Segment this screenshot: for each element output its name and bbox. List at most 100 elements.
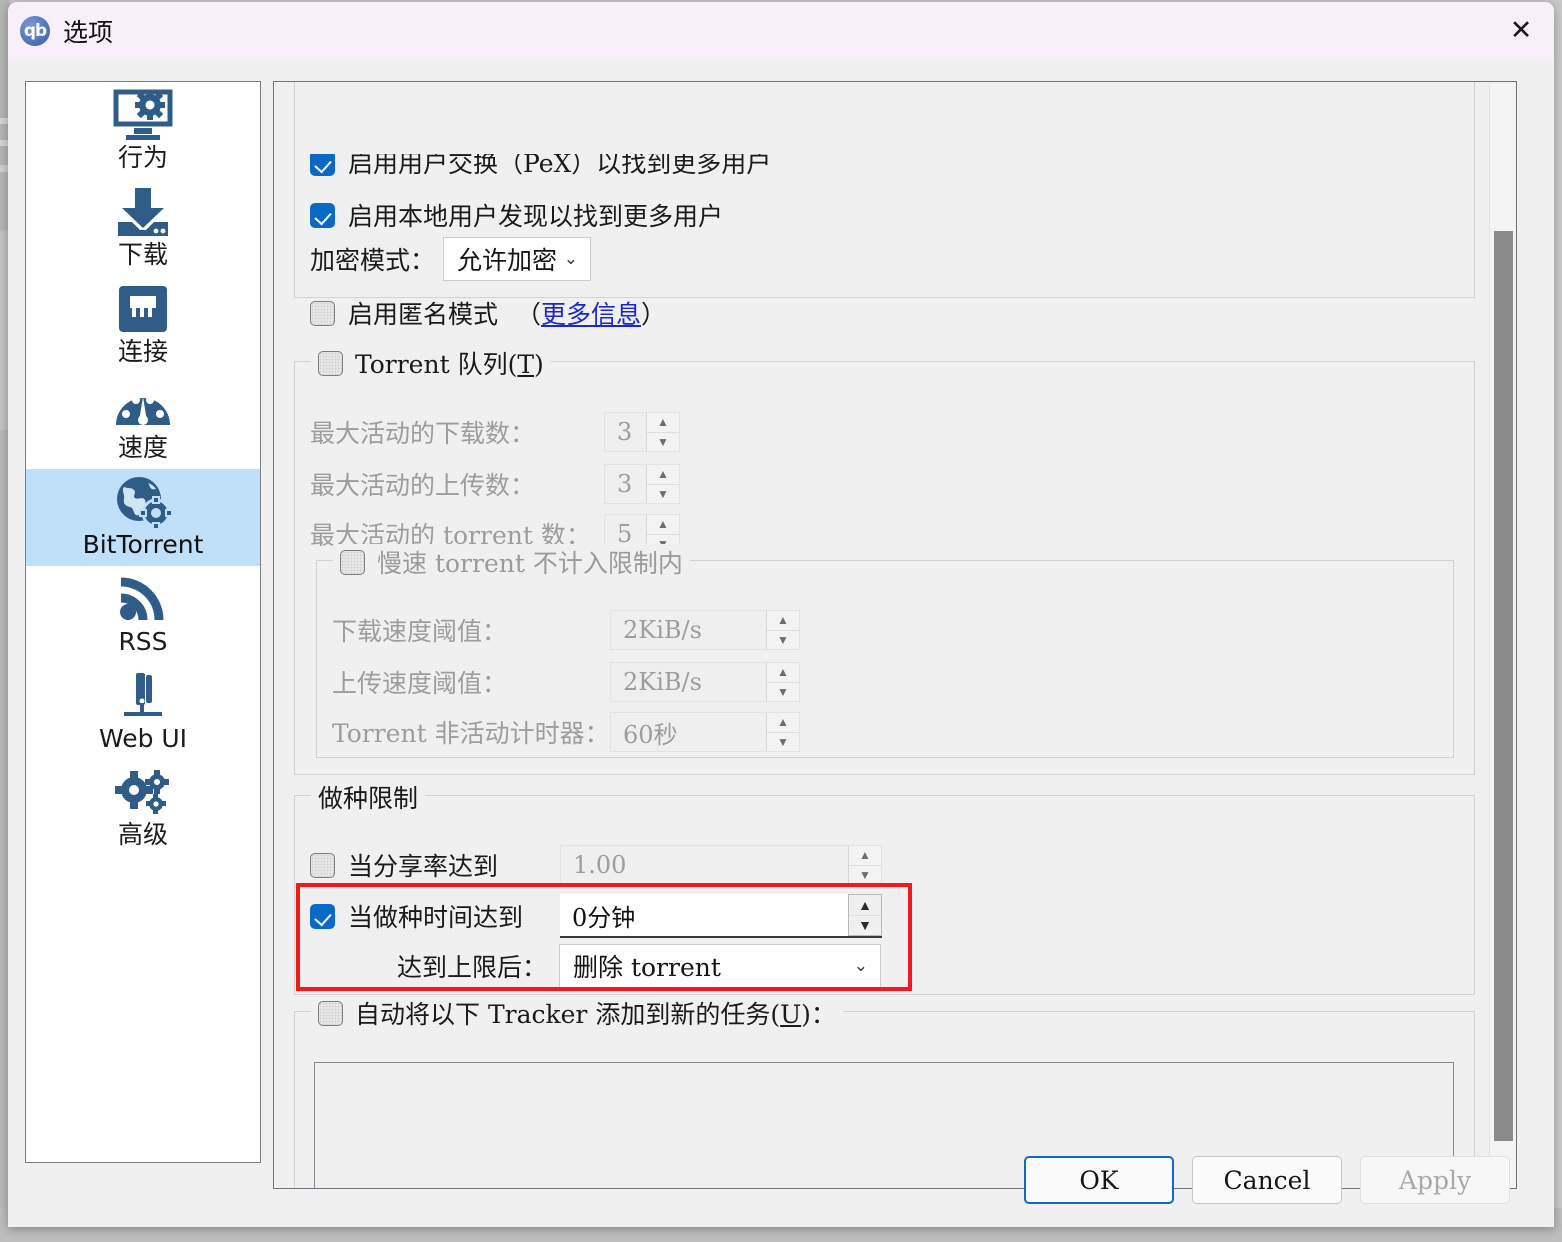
spinner-up-icon[interactable]: ▲ xyxy=(849,895,881,916)
auto-trackers-title[interactable]: 自动将以下 Tracker 添加到新的任务(U)： xyxy=(311,995,843,1031)
seeding-time-row: 当做种时间达到 0分钟 ▲ ▼ xyxy=(310,894,882,938)
anonymous-row[interactable]: 启用匿名模式 （ 更多信息 ） xyxy=(310,295,666,331)
max-active-uploads-row: 最大活动的上传数： 3 ▲ ▼ xyxy=(310,464,680,504)
share-ratio-value: 1.00 xyxy=(573,851,627,879)
more-info-link[interactable]: 更多信息 xyxy=(541,295,641,331)
spinner-buttons[interactable]: ▲▼ xyxy=(766,663,799,701)
content-inner: 启用用户交换（PeX）以找到更多用户 启用本地用户发现以找到更多用户 加密模式：… xyxy=(274,82,1490,1188)
sidebar-item-label: 速度 xyxy=(117,433,168,463)
spinner-up-icon[interactable]: ▲ xyxy=(849,846,881,866)
content-scrollbar[interactable] xyxy=(1489,83,1515,1187)
limit-action-row: 达到上限后： 删除 torrent ⌄ xyxy=(310,944,881,988)
download-rate-threshold-spinner[interactable]: 2KiB/s ▲ ▼ xyxy=(610,610,800,650)
close-icon[interactable]: ✕ xyxy=(1488,2,1554,59)
sidebar-item-label: BitTorrent xyxy=(82,530,204,559)
spinner-down-icon[interactable]: ▼ xyxy=(647,485,679,504)
lsd-label: 启用本地用户发现以找到更多用户 xyxy=(348,202,724,231)
spinner-buttons[interactable]: ▲▼ xyxy=(646,465,679,503)
spinner-up-icon[interactable]: ▲ xyxy=(647,465,679,485)
spinner-buttons[interactable]: ▲▼ xyxy=(646,413,679,451)
sidebar-item-downloads[interactable]: 下载 xyxy=(26,179,260,276)
spinner-up-icon[interactable]: ▲ xyxy=(647,515,679,535)
sidebar-item-speed[interactable]: 速度 xyxy=(26,372,260,469)
sidebar-item-label: 行为 xyxy=(117,143,168,172)
upload-rate-threshold-spinner[interactable]: 2KiB/s ▲ ▼ xyxy=(610,662,800,702)
rss-icon xyxy=(116,570,170,628)
gears-icon xyxy=(114,763,172,821)
share-ratio-label: 当分享率达到 xyxy=(348,852,499,881)
torrent-queue-checkbox[interactable] xyxy=(318,350,343,376)
max-active-downloads-spinner[interactable]: 3 ▲ ▼ xyxy=(604,412,680,452)
spinner-buttons[interactable]: ▲▼ xyxy=(848,894,882,936)
sidebar-item-label: 连接 xyxy=(117,336,168,366)
seeding-limits-title-label: 做种限制 xyxy=(318,784,419,813)
anonymous-checkbox[interactable] xyxy=(310,300,335,326)
spinner-down-icon[interactable]: ▼ xyxy=(647,433,679,452)
dialog-body: 行为 下载 连接 速度 BitTorrent RSS Web UI 高级 启用用… xyxy=(8,59,1554,1227)
limit-action-select[interactable]: 删除 torrent ⌄ xyxy=(559,944,881,988)
sidebar-item-label: 下载 xyxy=(117,239,168,269)
auto-trackers-checkbox[interactable] xyxy=(318,1000,343,1026)
seeding-time-checkbox[interactable] xyxy=(310,903,335,929)
max-active-downloads-value: 3 xyxy=(617,418,633,446)
sidebar-item-advanced[interactable]: 高级 xyxy=(26,759,260,856)
sidebar-item-connection[interactable]: 连接 xyxy=(26,276,260,373)
torrent-queue-title[interactable]: Torrent 队列(T) xyxy=(311,345,551,381)
spinner-buttons[interactable]: ▲▼ xyxy=(766,611,799,649)
sidebar-item-webui[interactable]: Web UI xyxy=(26,663,260,760)
chevron-down-icon: ⌄ xyxy=(853,956,868,976)
max-active-uploads-spinner[interactable]: 3 ▲ ▼ xyxy=(604,464,680,504)
more-info-close-paren: ） xyxy=(641,300,667,329)
spinner-up-icon[interactable]: ▲ xyxy=(767,713,799,733)
spinner-down-icon[interactable]: ▼ xyxy=(767,683,799,702)
download-rate-threshold-row: 下载速度阈值： 2KiB/s ▲ ▼ xyxy=(332,610,800,650)
cancel-button[interactable]: Cancel xyxy=(1192,1156,1342,1204)
spinner-down-icon[interactable]: ▼ xyxy=(849,866,881,885)
ok-button[interactable]: OK xyxy=(1024,1156,1174,1204)
share-ratio-spinner[interactable]: 1.00 ▲ ▼ xyxy=(560,845,882,885)
share-ratio-row: 当分享率达到 1.00 ▲ ▼ xyxy=(310,845,882,885)
qbittorrent-logo-icon: qb xyxy=(20,15,50,46)
spinner-up-icon[interactable]: ▲ xyxy=(647,413,679,433)
seeding-time-value: 0分钟 xyxy=(572,903,636,932)
seeding-time-spinner[interactable]: 0分钟 ▲ ▼ xyxy=(560,894,882,938)
pex-row[interactable]: 启用用户交换（PeX）以找到更多用户 xyxy=(310,154,771,176)
limit-action-label: 达到上限后： xyxy=(396,953,547,982)
torrent-queue-title-label: Torrent 队列(T) xyxy=(355,350,544,379)
apply-button[interactable]: Apply xyxy=(1360,1156,1510,1204)
spinner-buttons[interactable]: ▲▼ xyxy=(766,713,799,751)
inactivity-timer-row: Torrent 非活动计时器： 60秒 ▲ ▼ xyxy=(332,712,800,752)
spinner-down-icon[interactable]: ▼ xyxy=(767,733,799,752)
encryption-select[interactable]: 允许加密 ⌄ xyxy=(443,237,592,281)
spinner-down-icon[interactable]: ▼ xyxy=(849,916,881,936)
more-info-open-paren: （ xyxy=(516,300,542,329)
lsd-row[interactable]: 启用本地用户发现以找到更多用户 xyxy=(310,197,723,233)
max-active-uploads-label: 最大活动的上传数： xyxy=(310,471,536,500)
upload-rate-threshold-label: 上传速度阈值： xyxy=(332,669,508,698)
scrollbar-thumb[interactable] xyxy=(1494,231,1513,1141)
spinner-buttons[interactable]: ▲▼ xyxy=(848,846,881,884)
sidebar-item-rss[interactable]: RSS xyxy=(26,566,260,663)
slow-torrents-title[interactable]: 慢速 torrent 不计入限制内 xyxy=(333,544,690,580)
spinner-down-icon[interactable]: ▼ xyxy=(767,631,799,650)
lsd-checkbox[interactable] xyxy=(310,202,335,228)
options-dialog: qb 选项 ✕ 行为 下载 连接 速度 BitTorrent RSS Web U… xyxy=(8,2,1554,1227)
spinner-up-icon[interactable]: ▲ xyxy=(767,663,799,683)
download-rate-threshold-label: 下载速度阈值： xyxy=(332,617,508,646)
sidebar-item-behavior[interactable]: 行为 xyxy=(26,82,260,179)
seeding-limits-title: 做种限制 xyxy=(311,779,426,815)
max-active-downloads-label: 最大活动的下载数： xyxy=(310,419,536,448)
spinner-up-icon[interactable]: ▲ xyxy=(767,611,799,631)
settings-sidebar: 行为 下载 连接 速度 BitTorrent RSS Web UI 高级 xyxy=(25,81,261,1163)
download-rate-threshold-value: 2KiB/s xyxy=(623,616,702,644)
slow-torrents-checkbox[interactable] xyxy=(340,549,365,575)
pex-checkbox[interactable] xyxy=(310,154,335,176)
inactivity-timer-spinner[interactable]: 60秒 ▲ ▼ xyxy=(610,712,800,752)
share-ratio-checkbox[interactable] xyxy=(310,852,335,878)
pex-label: 启用用户交换（PeX）以找到更多用户 xyxy=(348,154,772,176)
sidebar-item-bittorrent[interactable]: BitTorrent xyxy=(26,469,260,566)
logo-text: qb xyxy=(23,20,47,41)
max-active-uploads-value: 3 xyxy=(617,470,633,498)
encryption-value: 允许加密 xyxy=(457,246,558,275)
sidebar-item-label: 高级 xyxy=(117,820,168,850)
